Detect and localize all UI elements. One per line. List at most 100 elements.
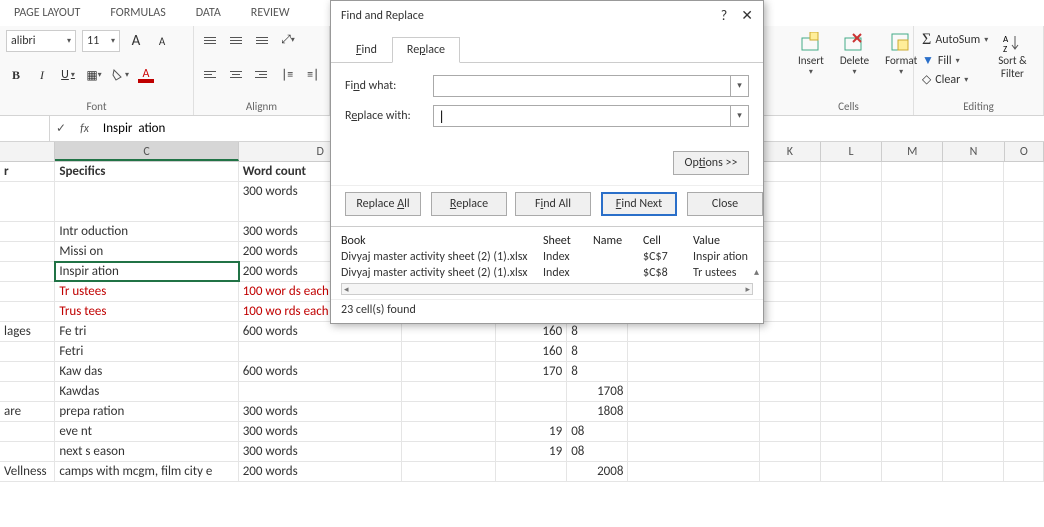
- replace-with-input[interactable]: ▾: [433, 105, 749, 127]
- cell[interactable]: [402, 382, 496, 401]
- cell[interactable]: [0, 302, 55, 321]
- cell[interactable]: [402, 402, 496, 421]
- dialog-titlebar[interactable]: Find and Replace ? ✕: [331, 1, 763, 30]
- cell[interactable]: [496, 382, 567, 401]
- col-header-c[interactable]: C: [55, 142, 239, 161]
- results-header-value[interactable]: Value: [693, 234, 753, 248]
- cell[interactable]: [760, 282, 821, 301]
- bold-button[interactable]: B: [6, 65, 26, 85]
- cell[interactable]: [943, 402, 1004, 421]
- cell[interactable]: Specifics: [55, 162, 238, 181]
- cell[interactable]: [821, 222, 882, 241]
- cell[interactable]: [1004, 302, 1044, 321]
- cell[interactable]: [760, 442, 821, 461]
- cell[interactable]: [943, 442, 1004, 461]
- align-top-button[interactable]: [200, 30, 220, 50]
- cell[interactable]: Fe tri: [55, 322, 238, 341]
- cell[interactable]: [821, 342, 882, 361]
- cell[interactable]: [882, 342, 943, 361]
- cell[interactable]: [943, 242, 1004, 261]
- cell[interactable]: [943, 342, 1004, 361]
- col-header-n[interactable]: N: [943, 142, 1004, 161]
- underline-button[interactable]: U▾: [58, 65, 78, 85]
- insert-button[interactable]: Insert▾: [790, 30, 832, 79]
- cell[interactable]: [760, 342, 821, 361]
- grow-font-button[interactable]: A: [126, 31, 146, 51]
- cell[interactable]: [821, 182, 882, 221]
- cell[interactable]: [882, 242, 943, 261]
- cell[interactable]: [628, 442, 759, 461]
- shrink-font-button[interactable]: A: [152, 31, 172, 51]
- cell[interactable]: [882, 282, 943, 301]
- cell[interactable]: [0, 362, 55, 381]
- italic-button[interactable]: I: [32, 65, 52, 85]
- tab-find[interactable]: Find: [341, 37, 392, 63]
- cell[interactable]: [943, 322, 1004, 341]
- cell[interactable]: [1004, 162, 1044, 181]
- cell[interactable]: Kaw das: [55, 362, 238, 381]
- cell[interactable]: [821, 462, 882, 481]
- cell[interactable]: Vellness: [0, 462, 55, 481]
- col-header-m[interactable]: M: [882, 142, 943, 161]
- result-row[interactable]: Divyaj master activity sheet (2) (1).xls…: [331, 249, 763, 265]
- cell[interactable]: 160: [496, 342, 567, 361]
- cell[interactable]: [943, 162, 1004, 181]
- active-cell[interactable]: Inspir ation: [55, 262, 238, 281]
- decrease-indent-button[interactable]: ∣≡: [277, 64, 297, 84]
- cell[interactable]: [0, 342, 55, 361]
- cell[interactable]: [760, 302, 821, 321]
- cell[interactable]: [239, 342, 403, 361]
- cell[interactable]: [496, 462, 567, 481]
- align-middle-button[interactable]: [226, 30, 246, 50]
- cell[interactable]: [882, 422, 943, 441]
- cell[interactable]: [628, 322, 759, 341]
- cell[interactable]: [0, 422, 55, 441]
- cell[interactable]: Missi on: [55, 242, 238, 261]
- cell[interactable]: [882, 302, 943, 321]
- cell[interactable]: [628, 422, 759, 441]
- cell[interactable]: [1004, 222, 1044, 241]
- cell[interactable]: [496, 402, 567, 421]
- cell[interactable]: [1004, 282, 1044, 301]
- cell[interactable]: 08: [567, 442, 628, 461]
- cell[interactable]: [1004, 182, 1044, 221]
- tab-review[interactable]: REVIEW: [245, 4, 296, 22]
- cell[interactable]: [821, 262, 882, 281]
- cell[interactable]: eve nt: [55, 422, 238, 441]
- close-button[interactable]: Close: [687, 192, 763, 216]
- scroll-up-icon[interactable]: ▴: [754, 265, 759, 278]
- cell[interactable]: 300 words: [239, 422, 403, 441]
- cell[interactable]: [943, 182, 1004, 221]
- cell[interactable]: 1808: [567, 402, 628, 421]
- cell[interactable]: [760, 382, 821, 401]
- align-left-button[interactable]: [200, 64, 220, 84]
- cell[interactable]: 8: [567, 362, 628, 381]
- cell[interactable]: [1004, 442, 1044, 461]
- cell[interactable]: [628, 402, 759, 421]
- cell[interactable]: [821, 382, 882, 401]
- results-header-book[interactable]: Book: [341, 234, 543, 248]
- cell[interactable]: [882, 362, 943, 381]
- increase-indent-button[interactable]: ≡∣: [303, 64, 323, 84]
- fill-button[interactable]: ▼Fill▾: [920, 52, 990, 69]
- tab-formulas[interactable]: FORMULAS: [104, 4, 171, 22]
- cell[interactable]: [943, 282, 1004, 301]
- cell[interactable]: [943, 422, 1004, 441]
- border-button[interactable]: ▦▾: [84, 65, 104, 85]
- col-header-o[interactable]: O: [1005, 142, 1044, 161]
- cell[interactable]: [821, 402, 882, 421]
- formula-check-icon[interactable]: ✓: [50, 121, 72, 136]
- align-center-button[interactable]: [226, 64, 246, 84]
- cell[interactable]: [882, 382, 943, 401]
- tab-data[interactable]: DATA: [190, 4, 227, 22]
- cell[interactable]: [882, 162, 943, 181]
- cell[interactable]: [402, 422, 496, 441]
- cell[interactable]: [628, 382, 759, 401]
- cell[interactable]: [402, 322, 496, 341]
- cell[interactable]: [760, 242, 821, 261]
- cell[interactable]: Kawdas: [55, 382, 238, 401]
- replace-dropdown-icon[interactable]: ▾: [730, 106, 748, 126]
- cell[interactable]: [0, 242, 55, 261]
- clear-button[interactable]: ◇Clear▾: [920, 71, 990, 88]
- delete-button[interactable]: Delete▾: [832, 30, 877, 79]
